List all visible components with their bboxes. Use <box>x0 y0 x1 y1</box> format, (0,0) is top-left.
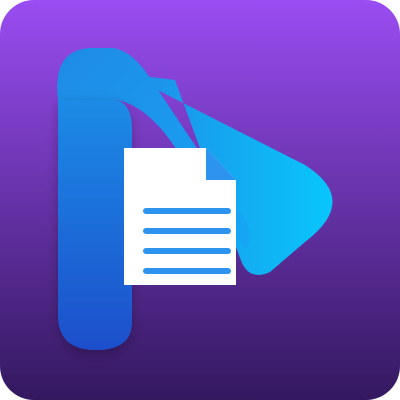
document-line-1 <box>143 208 231 214</box>
document-line-3 <box>143 248 231 254</box>
document-line-4 <box>143 268 231 274</box>
document-line-2 <box>143 228 231 234</box>
left-bar-shape <box>58 100 132 350</box>
document-icon <box>124 148 236 285</box>
app-icon-graphic <box>0 0 400 400</box>
app-icon <box>0 0 400 400</box>
